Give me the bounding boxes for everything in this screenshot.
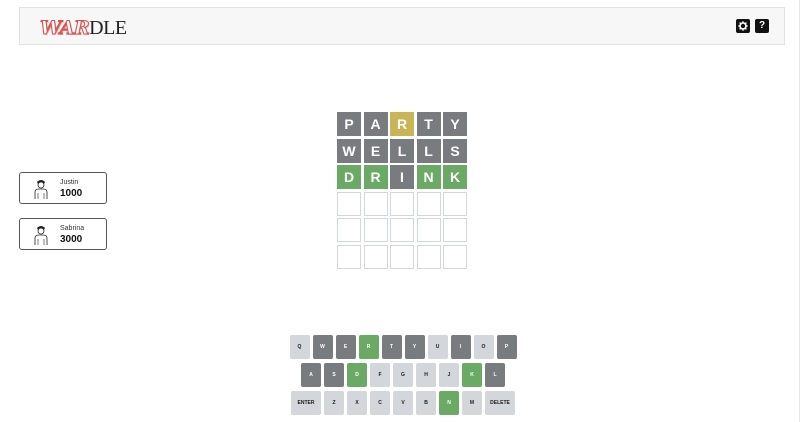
board-tile (443, 191, 467, 216)
player-card-sabrina: Sabrina 3000 (19, 218, 107, 250)
board-tile: I (390, 165, 414, 189)
board-tile: L (416, 138, 441, 163)
help-button[interactable]: ? (755, 19, 769, 33)
board-tile (416, 191, 441, 216)
key-f[interactable]: F (370, 363, 390, 387)
board-tile: T (416, 112, 441, 136)
key-r[interactable]: R (358, 335, 379, 359)
key-b[interactable]: B (416, 391, 436, 415)
key-z[interactable]: Z (324, 391, 344, 415)
key-p[interactable]: P (496, 335, 517, 359)
on-screen-keyboard: Q W E R T Y U I O P A S D F G H J K L ENTER Z X C V B N M DELETE (0, 335, 806, 419)
board-tile (363, 218, 388, 242)
key-h[interactable]: H (416, 363, 436, 387)
board-tile: A (363, 112, 388, 136)
key-d[interactable]: D (347, 363, 367, 387)
board-tile: L (390, 138, 414, 163)
settings-button[interactable] (736, 19, 750, 33)
board-tile (337, 244, 361, 269)
board-tile (416, 244, 441, 269)
board-tile: W (337, 138, 361, 163)
key-s[interactable]: S (324, 363, 344, 387)
player-score: 1000 (60, 188, 83, 199)
keyboard-row: ENTER Z X C V B N M DELETE (0, 391, 806, 415)
board-tile (337, 218, 361, 242)
app-header: WARDLE ? (19, 7, 785, 45)
player-score: 3000 (60, 234, 83, 245)
board-tile (337, 191, 361, 216)
key-x[interactable]: X (347, 391, 367, 415)
board-tile: S (443, 138, 467, 163)
board-tile: P (337, 112, 361, 136)
keyboard-row: ASDFGHJKL (0, 363, 806, 387)
board-tile (363, 191, 388, 216)
key-v[interactable]: V (393, 391, 413, 415)
board-tile: K (443, 165, 467, 189)
key-enter[interactable]: ENTER (291, 391, 321, 415)
logo-dle-text: DLE (89, 17, 127, 39)
key-k[interactable]: K (462, 363, 482, 387)
logo-war-text: WAR (39, 16, 90, 39)
key-o[interactable]: O (473, 335, 494, 359)
question-icon: ? (758, 20, 766, 31)
key-l[interactable]: L (485, 363, 505, 387)
key-a[interactable]: A (301, 363, 321, 387)
key-u[interactable]: U (427, 335, 448, 359)
key-q[interactable]: Q (289, 335, 310, 359)
person-avatar-icon (34, 180, 48, 199)
keyboard-row: QWERTYUIOP (0, 335, 806, 359)
board-tile: R (390, 112, 414, 136)
key-m[interactable]: M (462, 391, 482, 415)
key-w[interactable]: W (312, 335, 333, 359)
board-tile: Y (443, 112, 467, 136)
game-board: PARTYWELLSDRINK (337, 112, 467, 269)
player-name: Sabrina (60, 225, 85, 232)
player-card-justin: Justin 1000 (19, 172, 107, 204)
board-tile (390, 244, 414, 269)
board-tile: N (416, 165, 441, 189)
key-e[interactable]: E (335, 335, 356, 359)
gear-icon (738, 21, 748, 31)
key-delete[interactable]: DELETE (485, 391, 515, 415)
page-scrollbar[interactable] (799, 0, 806, 422)
board-tile: R (363, 165, 388, 189)
wardle-logo[interactable]: WARDLE (39, 16, 127, 39)
board-tile (363, 244, 388, 269)
key-j[interactable]: J (439, 363, 459, 387)
board-tile (390, 218, 414, 242)
key-t[interactable]: T (381, 335, 402, 359)
person-avatar-icon (34, 226, 48, 245)
key-g[interactable]: G (393, 363, 413, 387)
board-tile: E (363, 138, 388, 163)
board-tile (390, 191, 414, 216)
board-tile: D (337, 165, 361, 189)
key-c[interactable]: C (370, 391, 390, 415)
player-name: Justin (60, 179, 79, 186)
board-tile (443, 244, 467, 269)
board-tile (416, 218, 441, 242)
key-i[interactable]: I (450, 335, 471, 359)
board-tile (443, 218, 467, 242)
key-y[interactable]: Y (404, 335, 425, 359)
key-n[interactable]: N (439, 391, 459, 415)
